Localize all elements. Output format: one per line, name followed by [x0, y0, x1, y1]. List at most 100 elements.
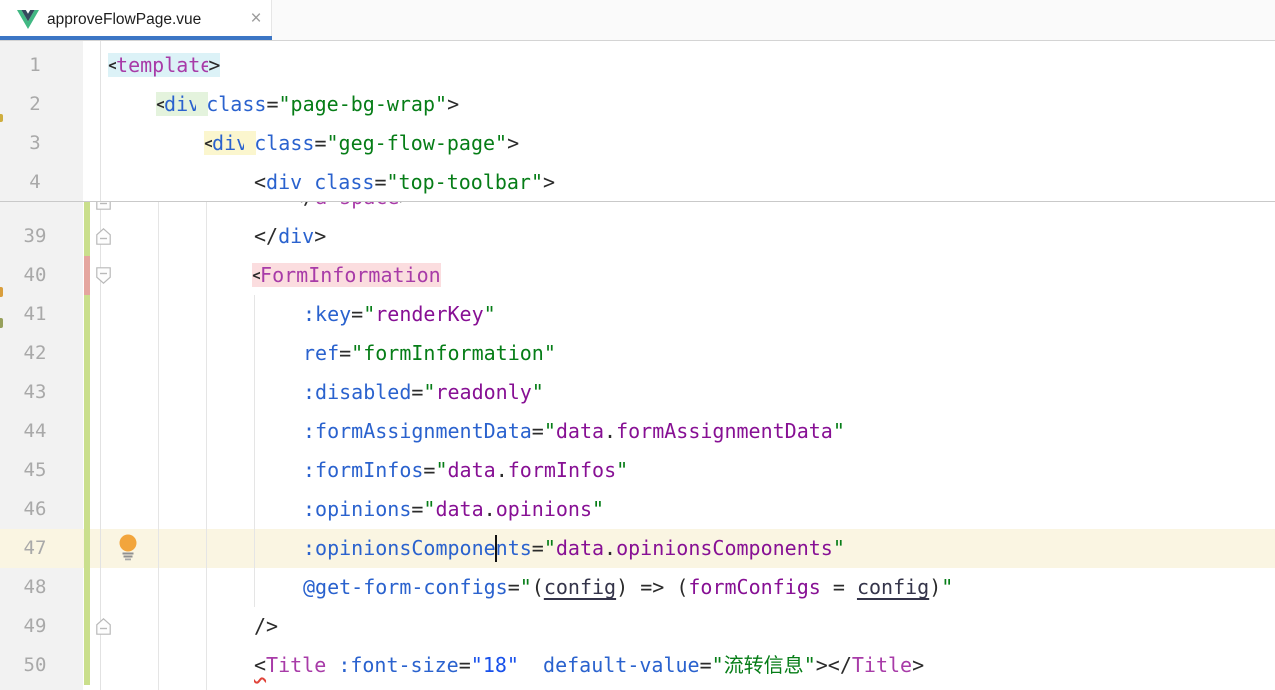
line-number: 43: [0, 373, 70, 412]
tab-approveflowpage[interactable]: approveFlowPage.vue ×: [0, 0, 272, 40]
code-token: class: [254, 131, 314, 155]
code-token: formInfos: [508, 458, 616, 482]
code-token: opinionsComponents: [616, 536, 833, 560]
code-line-text: :disabled="readonly": [303, 373, 544, 412]
sticky-line[interactable]: 4<div class="top-toolbar">: [0, 163, 1275, 202]
text-caret: [495, 535, 497, 562]
vcs-change-strip[interactable]: [84, 373, 90, 412]
code-token: [302, 170, 314, 194]
code-token: opinions: [496, 497, 592, 521]
code-token: ": [544, 419, 556, 443]
code-line-41[interactable]: 41:key="renderKey": [0, 295, 1275, 334]
vcs-change-strip[interactable]: [84, 490, 90, 529]
code-token: >: [912, 653, 924, 677]
code-token: >: [543, 170, 555, 194]
code-token: =: [314, 131, 326, 155]
vcs-change-strip[interactable]: [84, 334, 90, 373]
code-token: =: [821, 575, 857, 599]
fold-marker-icon[interactable]: [96, 267, 111, 284]
vcs-change-strip[interactable]: [84, 295, 90, 334]
code-token: [519, 653, 543, 677]
code-line-text: <div class="geg-flow-page">: [206, 124, 519, 163]
line-number: 41: [0, 295, 70, 334]
code-line-50[interactable]: 50<Title :font-size="18" default-value="…: [0, 646, 1275, 685]
code-token: >: [816, 653, 828, 677]
code-line-46[interactable]: 46:opinions="data.opinions": [0, 490, 1275, 529]
code-token: formAssignmentData: [616, 419, 833, 443]
code-line-48[interactable]: 48@get-form-configs="(config) => (formCo…: [0, 568, 1275, 607]
code-token: (: [532, 575, 544, 599]
code-token: =: [532, 536, 544, 560]
active-tab-underline: [0, 36, 272, 40]
code-token: @get-form-configs: [303, 575, 508, 599]
code-token: template: [116, 53, 212, 77]
fold-marker-icon[interactable]: [96, 618, 111, 635]
code-token: class: [314, 170, 374, 194]
line-number: 44: [0, 412, 70, 451]
code-token: :disabled: [303, 380, 411, 404]
sticky-line[interactable]: 3 <div class="geg-flow-page">: [0, 124, 1275, 163]
code-token: ": [544, 536, 556, 560]
code-token: renderKey: [375, 302, 483, 326]
line-number: 49: [0, 607, 70, 646]
code-line-40[interactable]: 40<FormInformation: [0, 256, 1275, 295]
code-token: default-value: [543, 653, 700, 677]
intention-bulb-icon[interactable]: [117, 533, 139, 562]
line-number: 50: [0, 646, 70, 685]
vcs-change-strip[interactable]: [84, 256, 90, 295]
vcs-change-strip[interactable]: [84, 568, 90, 607]
code-token: ): [929, 575, 941, 599]
close-icon[interactable]: ×: [244, 0, 268, 40]
code-token: "page-bg-wrap": [278, 92, 447, 116]
code-line-42[interactable]: 42ref="formInformation": [0, 334, 1275, 373]
edge-mark: [0, 114, 3, 122]
code-token: =: [411, 497, 423, 521]
vcs-change-strip[interactable]: [84, 529, 90, 568]
fold-marker-icon[interactable]: [96, 228, 111, 245]
code-line-text: <div class="page-bg-wrap">: [158, 85, 459, 124]
line-number: 3: [0, 124, 70, 163]
code-line-text: @get-form-configs="(config) => (formConf…: [303, 568, 953, 607]
vcs-change-strip[interactable]: [84, 217, 90, 256]
code-token: ": [423, 380, 435, 404]
code-line-43[interactable]: 43 :disabled="readonly": [0, 373, 1275, 412]
code-token: =: [339, 341, 351, 365]
code-token: ": [435, 458, 447, 482]
code-token: ": [833, 536, 845, 560]
code-line-44[interactable]: 44:formAssignmentData="data.formAssignme…: [0, 412, 1275, 451]
code-line-49[interactable]: 49 />: [0, 607, 1275, 646]
code-token: =: [411, 380, 423, 404]
vcs-change-strip[interactable]: [84, 412, 90, 451]
code-token: "top-toolbar": [386, 170, 543, 194]
code-token: [628, 575, 640, 599]
code-token: ": [532, 380, 544, 404]
code-token: ": [941, 575, 953, 599]
code-token: :font-size: [338, 653, 458, 677]
code-token: :opinionsComponents: [303, 536, 532, 560]
code-token: />: [254, 614, 278, 638]
code-line-45[interactable]: 45:formInfos="data.formInfos": [0, 451, 1275, 490]
code-token: .: [604, 419, 616, 443]
code-token: =: [351, 302, 363, 326]
code-line-text: <FormInformation: [254, 256, 439, 295]
code-line-text: />: [254, 607, 278, 646]
code-line-text: :formInfos="data.formInfos": [303, 451, 628, 490]
code-line-39[interactable]: 39</div>: [0, 217, 1275, 256]
code-token: Title: [852, 653, 912, 677]
line-number: 46: [0, 490, 70, 529]
line-number: 45: [0, 451, 70, 490]
code-line-text: :opinions="data.opinions": [303, 490, 604, 529]
tab-title: approveFlowPage.vue: [47, 0, 201, 40]
code-token: ": [363, 302, 375, 326]
vcs-change-strip[interactable]: [84, 451, 90, 490]
code-token: data: [556, 419, 604, 443]
code-token: ": [592, 497, 604, 521]
code-token: data: [556, 536, 604, 560]
vcs-change-strip[interactable]: [84, 646, 90, 685]
sticky-line[interactable]: 2<div class="page-bg-wrap">: [0, 85, 1275, 124]
vcs-change-strip[interactable]: [84, 607, 90, 646]
code-line-47[interactable]: 47:opinionsComponents="data.opinionsComp…: [0, 529, 1275, 568]
sticky-line[interactable]: 1<template>: [0, 46, 1275, 85]
code-line-text: <template>: [110, 46, 218, 85]
code-token: .: [496, 458, 508, 482]
